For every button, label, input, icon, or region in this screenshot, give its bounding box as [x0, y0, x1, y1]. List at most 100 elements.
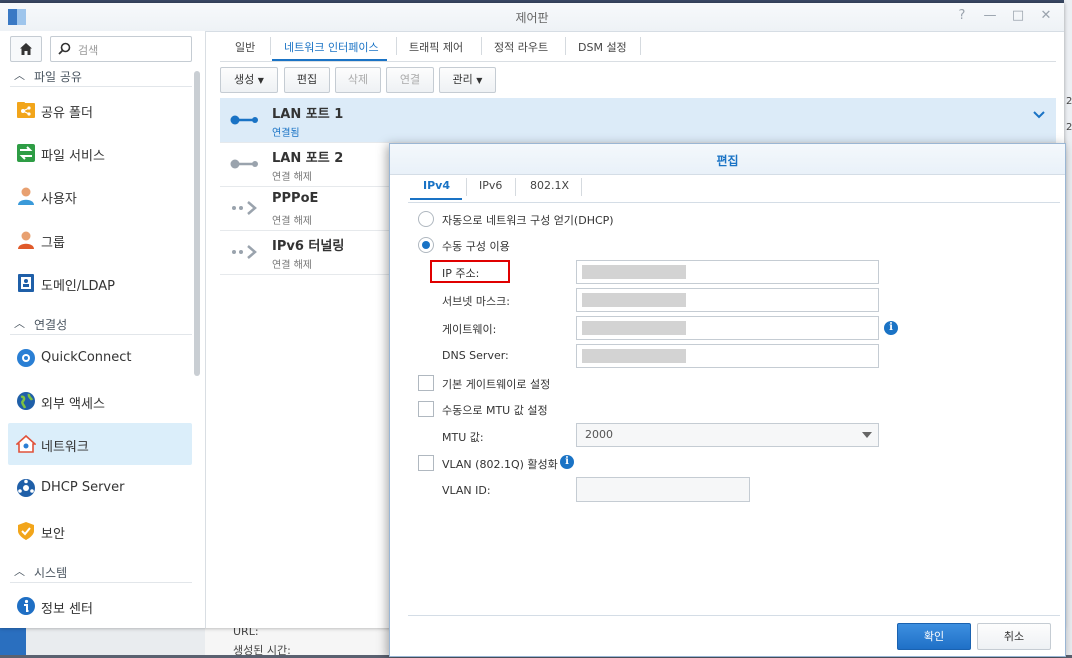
maximize-button[interactable]: □ [1010, 8, 1026, 24]
close-button[interactable]: ✕ [1038, 8, 1054, 24]
security-shield-icon [18, 522, 34, 540]
redacted-value [582, 321, 686, 335]
dns-server-input[interactable] [576, 344, 879, 368]
lan-connected-icon [230, 115, 258, 125]
vlan-info-icon[interactable]: i [560, 455, 574, 469]
sidebar-item-user[interactable]: 사용자 [8, 175, 192, 217]
manual-config-label: 수동 구성 이용 [442, 240, 510, 253]
tab-ipv4[interactable]: IPv4 [423, 179, 450, 192]
search-input[interactable]: 검색 [50, 36, 192, 62]
section-system[interactable]: ︿ 시스템 [10, 560, 192, 583]
interface-status: 연결 해제 [272, 172, 312, 183]
mtu-value: 2000 [585, 428, 613, 441]
ip-address-input[interactable] [576, 260, 879, 284]
cancel-button[interactable]: 취소 [977, 623, 1051, 650]
sidebar-item-quickconnect[interactable]: QuickConnect [8, 337, 192, 379]
vlan-id-input[interactable] [576, 477, 750, 502]
manage-label: 관리 [452, 73, 473, 86]
sidebar-item-external-access[interactable]: 외부 액세스 [8, 380, 192, 422]
tab-ipv6[interactable]: IPv6 [479, 179, 502, 192]
user-icon [18, 187, 34, 205]
manual-mtu-checkbox[interactable] [418, 401, 434, 417]
home-button[interactable] [10, 36, 42, 62]
background-detail-panel: URL: 생성된 시간: [205, 625, 395, 657]
tab-divider [466, 178, 467, 196]
quickconnect-icon [17, 349, 35, 367]
dialog-title-bar: 편집 [390, 144, 1065, 175]
sidebar-item-label: QuickConnect [41, 350, 132, 365]
sidebar-item-label: DHCP Server [41, 480, 125, 495]
chevron-down-icon[interactable] [1032, 110, 1046, 120]
interface-row-lan1[interactable]: LAN 포트 1 연결됨 [220, 98, 1056, 143]
redacted-value [582, 349, 686, 363]
dropdown-arrow-icon [862, 432, 872, 438]
edit-dialog: 편집 IPv4 IPv6 802.1X 자동으로 네트워크 구성 얻기(DHCP… [389, 143, 1066, 657]
dialog-title: 편집 [716, 154, 739, 168]
active-dialog-tab-underline [410, 198, 462, 200]
sidebar-item-file-services[interactable]: 파일 서비스 [8, 132, 192, 174]
sidebar-item-network[interactable]: 네트워크 [8, 423, 192, 465]
interface-status: 연결 해제 [272, 216, 312, 227]
subnet-mask-input[interactable] [576, 288, 879, 312]
tab-traffic-control[interactable]: 트래픽 제어 [409, 39, 463, 55]
edit-button[interactable]: 편집 [284, 67, 330, 93]
create-button[interactable]: 생성 ▼ [220, 67, 278, 93]
sidebar-item-shared-folder[interactable]: 공유 폴더 [8, 89, 192, 131]
section-file-sharing[interactable]: ︿ 파일 공유 [10, 64, 192, 87]
dialog-footer-divider [408, 615, 1060, 616]
tab-divider [396, 37, 397, 55]
delete-button[interactable]: 삭제 [335, 67, 381, 93]
mtu-value-label: MTU 값: [442, 431, 484, 444]
dialog-tab-bar: IPv4 IPv6 802.1X [408, 174, 1060, 203]
tab-general[interactable]: 일반 [235, 39, 255, 55]
taskbar-chip [0, 628, 26, 655]
help-button[interactable]: ? [954, 8, 970, 24]
manual-mtu-label: 수동으로 MTU 값 설정 [442, 404, 548, 417]
background-panel [26, 628, 205, 655]
sidebar-scrollbar[interactable] [194, 71, 200, 376]
network-icon [16, 434, 36, 453]
sidebar-item-group[interactable]: 그룹 [8, 219, 192, 261]
gateway-info-icon[interactable]: i [884, 321, 898, 335]
sidebar-item-domain-ldap[interactable]: 도메인/LDAP [8, 262, 192, 304]
sidebar-item-label: 네트워크 [41, 440, 89, 455]
ok-button[interactable]: 확인 [897, 623, 971, 650]
chevron-up-icon: ︿ [14, 69, 25, 82]
background-text: 2, [1066, 96, 1072, 107]
background-text: 2, [1066, 122, 1072, 133]
tab-dsm-settings[interactable]: DSM 설정 [578, 39, 627, 55]
section-connectivity[interactable]: ︿ 연결성 [10, 312, 192, 335]
domain-ldap-icon [18, 274, 34, 292]
mtu-value-select[interactable]: 2000 [576, 423, 879, 447]
interface-status: 연결됨 [272, 128, 300, 139]
interface-name: LAN 포트 1 [272, 107, 344, 122]
sidebar-item-security[interactable]: 보안 [8, 510, 192, 552]
default-gateway-checkbox[interactable] [418, 375, 434, 391]
chevron-up-icon: ︿ [14, 317, 25, 330]
sidebar-item-dhcp-server[interactable]: DHCP Server [8, 467, 192, 509]
interface-status: 연결 해제 [272, 260, 312, 271]
gateway-input[interactable] [576, 316, 879, 340]
background-created-time-label: 생성된 시간: [233, 644, 291, 657]
dhcp-radio[interactable] [418, 211, 434, 227]
main-tab-bar: 일반 네트워크 인터페이스 트래픽 제어 정적 라우트 DSM 설정 [220, 31, 1056, 62]
vlan-checkbox[interactable] [418, 455, 434, 471]
ip-label-highlight-box [430, 260, 510, 283]
title-bar: 제어판 ? — □ ✕ [0, 3, 1064, 32]
sidebar-item-label: 그룹 [41, 236, 65, 251]
gateway-label: 게이트웨이: [442, 323, 497, 336]
connect-button[interactable]: 연결 [386, 67, 434, 93]
chevron-up-icon: ︿ [14, 565, 25, 578]
tab-static-route[interactable]: 정적 라우트 [494, 39, 548, 55]
manual-config-radio[interactable] [418, 237, 434, 253]
sidebar-item-label: 사용자 [41, 192, 77, 207]
sidebar: 검색 ︿ 파일 공유 공유 폴더 파일 서비스 사용자 그룹 도메인/LDAP … [0, 31, 206, 628]
sidebar-item-info-center[interactable]: 정보 센터 [8, 585, 192, 627]
dhcp-option-label: 자동으로 네트워크 구성 얻기(DHCP) [442, 214, 614, 227]
minimize-button[interactable]: — [982, 8, 998, 24]
file-services-icon [17, 144, 35, 162]
tab-divider [565, 37, 566, 55]
tab-8021x[interactable]: 802.1X [530, 179, 569, 192]
manage-button[interactable]: 관리 ▼ [439, 67, 496, 93]
tab-network-interface[interactable]: 네트워크 인터페이스 [284, 39, 379, 55]
